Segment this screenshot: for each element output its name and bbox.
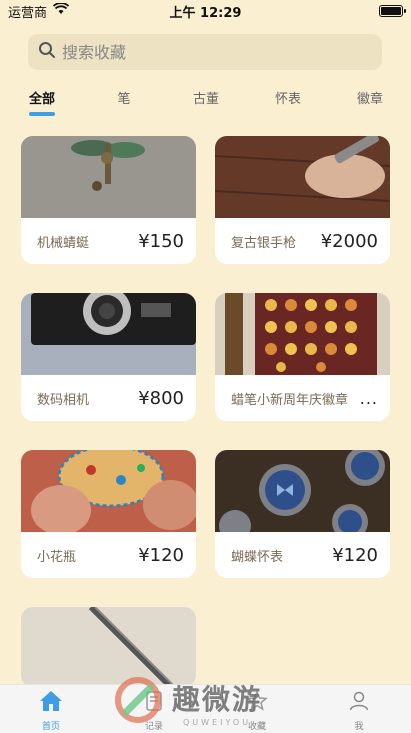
collection-card[interactable]: 小花瓶 ¥120: [21, 450, 196, 578]
item-name: 蜡笔小新周年庆徽章: [231, 392, 349, 408]
item-thumbnail: [21, 450, 196, 532]
item-name: 蝴蝶怀表: [231, 549, 284, 565]
collection-card[interactable]: [21, 607, 196, 687]
category-tabs: 全部 笔 古董 怀表 徽章: [0, 88, 411, 118]
item-price: ¥150: [138, 230, 184, 252]
tab-badge[interactable]: 徽章: [357, 88, 383, 107]
item-price: ...: [359, 388, 378, 408]
item-thumbnail: [21, 293, 196, 375]
search-icon: [38, 41, 56, 63]
nav-me[interactable]: 我: [329, 689, 389, 732]
tab-pocket-watch[interactable]: 怀表: [275, 88, 301, 107]
item-price: ¥800: [138, 387, 184, 409]
home-icon: [38, 689, 64, 717]
tab-active-indicator: [29, 112, 55, 116]
status-bar: 运营商 上午 12:29: [0, 0, 411, 22]
item-name: 小花瓶: [37, 549, 77, 565]
collection-card[interactable]: 蜡笔小新周年庆徽章 ...: [215, 293, 390, 421]
nav-label: 收藏: [247, 722, 266, 732]
nav-home[interactable]: 首页: [21, 689, 81, 732]
wifi-icon: [52, 2, 70, 19]
user-icon: [347, 689, 371, 717]
record-icon: [142, 689, 166, 717]
item-name: 数码相机: [37, 392, 90, 408]
search-input[interactable]: [62, 42, 362, 62]
nav-label: 记录: [144, 722, 163, 732]
item-thumbnail: [215, 450, 390, 532]
item-thumbnail: [215, 136, 390, 218]
tab-all[interactable]: 全部: [29, 88, 55, 107]
item-price: ¥120: [332, 544, 378, 566]
collection-card[interactable]: 复古银手枪 ¥2000: [215, 136, 390, 264]
tab-pen[interactable]: 笔: [117, 88, 130, 107]
item-price: ¥120: [138, 544, 184, 566]
item-thumbnail: [21, 136, 196, 218]
collection-card[interactable]: 蝴蝶怀表 ¥120: [215, 450, 390, 578]
collection-card[interactable]: 机械蜻蜓 ¥150: [21, 136, 196, 264]
nav-record[interactable]: 记录: [124, 689, 184, 732]
item-thumbnail: [215, 293, 390, 375]
item-thumbnail: [21, 607, 196, 687]
battery-icon: [379, 5, 406, 17]
item-name: 机械蜻蜓: [37, 235, 90, 251]
carrier-label: 运营商: [8, 5, 48, 21]
item-price: ¥2000: [320, 230, 378, 252]
bottom-nav: 首页 记录 收藏 我: [0, 684, 411, 733]
search-bar[interactable]: [28, 34, 382, 70]
item-name: 复古银手枪: [231, 235, 297, 251]
nav-label: 我: [354, 722, 364, 732]
favorites-icon: [245, 689, 269, 717]
collection-card[interactable]: 数码相机 ¥800: [21, 293, 196, 421]
tab-antique[interactable]: 古董: [193, 88, 219, 107]
nav-label: 首页: [41, 722, 60, 732]
nav-favorites[interactable]: 收藏: [227, 689, 287, 732]
